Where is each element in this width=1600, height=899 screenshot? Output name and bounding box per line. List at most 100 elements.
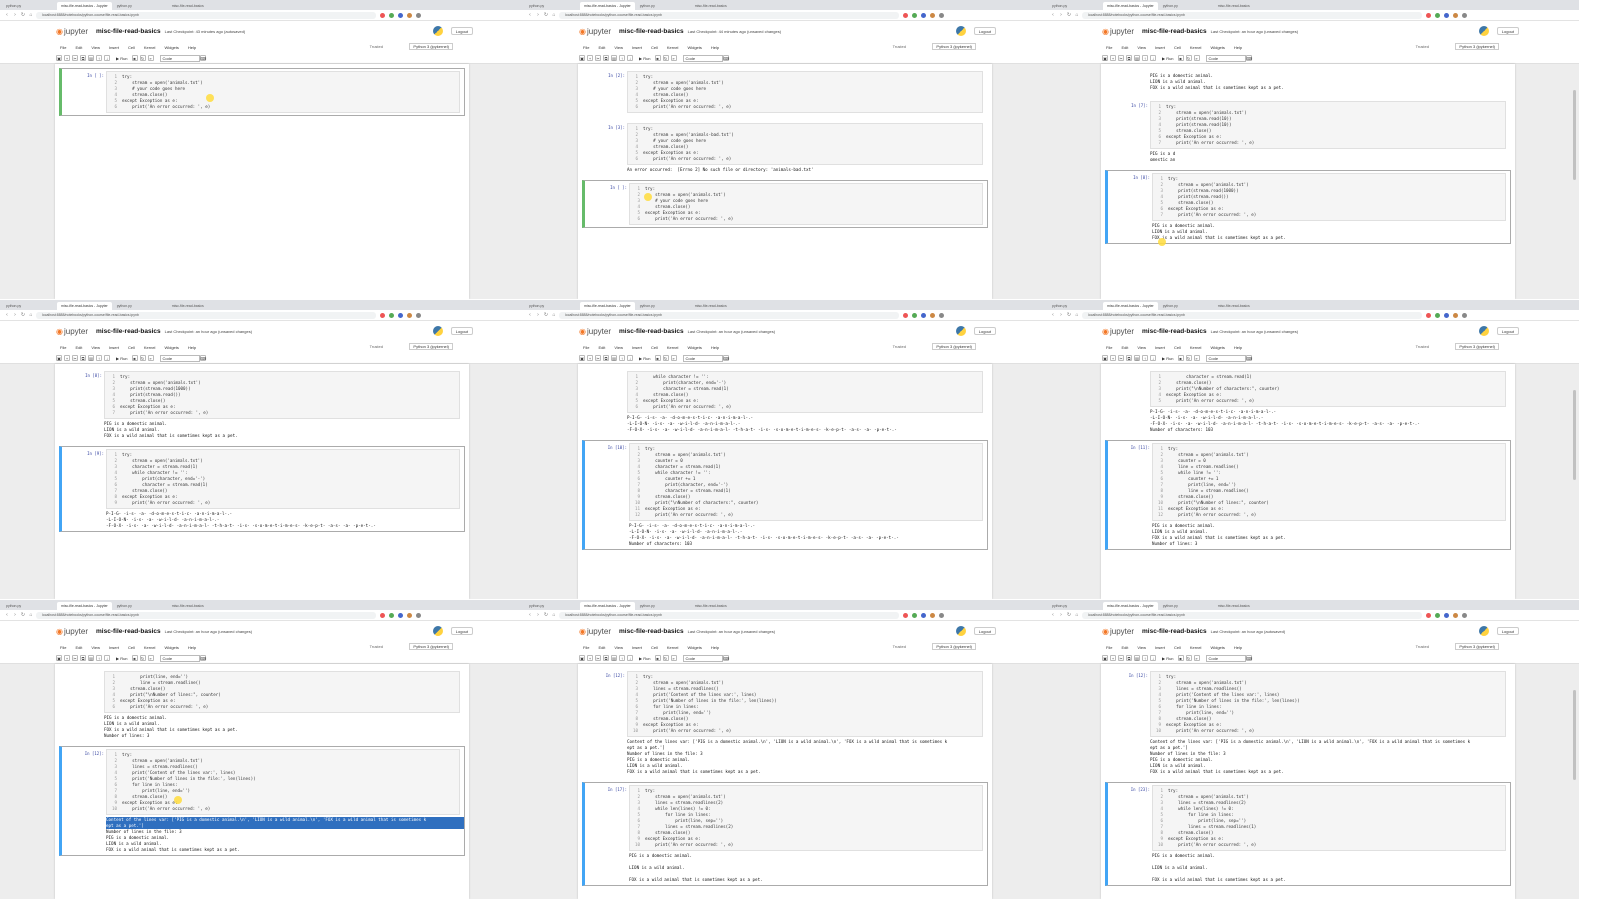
scrollbar-thumb[interactable] xyxy=(1573,90,1576,180)
extension-icon[interactable] xyxy=(1462,312,1467,318)
save-icon[interactable]: ▣ xyxy=(1102,655,1108,661)
browser-tab[interactable]: misc-file-read-basics - Jupyter xyxy=(57,2,112,10)
paste-icon[interactable]: ▤ xyxy=(611,655,617,661)
save-icon[interactable]: ▣ xyxy=(579,655,585,661)
menu-item[interactable]: Widgets xyxy=(687,45,701,50)
menu-item[interactable]: View xyxy=(614,45,623,50)
home-icon[interactable]: ⌂ xyxy=(1074,312,1080,318)
menu-item[interactable]: Cell xyxy=(1174,45,1181,50)
add-cell-icon[interactable]: + xyxy=(587,655,593,661)
cell-type-select[interactable]: Code xyxy=(682,54,723,62)
cut-icon[interactable]: ✂ xyxy=(72,55,78,61)
back-icon[interactable]: ‹ xyxy=(4,12,10,18)
run-button[interactable]: ▶ Run xyxy=(1162,356,1174,361)
extension-icon[interactable] xyxy=(1444,12,1449,18)
save-icon[interactable]: ▣ xyxy=(56,655,62,661)
extension-icon[interactable] xyxy=(921,312,926,318)
menu-item[interactable]: Insert xyxy=(632,345,642,350)
code-editor[interactable]: 1 try: 2 stream = open('animals.txt') 3 cha… xyxy=(106,449,460,509)
code-editor[interactable]: 1 try: 2 stream = open('animals.txt') 3 lin… xyxy=(627,671,983,737)
browser-tab[interactable]: misc-file-read-basics xyxy=(1214,302,1268,310)
notebook-title[interactable]: misc-file-read-basics xyxy=(619,28,684,35)
back-icon[interactable]: ‹ xyxy=(1050,312,1056,318)
paste-icon[interactable]: ▤ xyxy=(1134,355,1140,361)
menu-item[interactable]: Help xyxy=(1234,345,1242,350)
paste-icon[interactable]: ▤ xyxy=(1134,55,1140,61)
browser-tab[interactable]: python.py xyxy=(1159,302,1213,310)
menu-item[interactable]: View xyxy=(614,345,623,350)
save-icon[interactable]: ▣ xyxy=(56,355,62,361)
menu-item[interactable]: Help xyxy=(711,45,719,50)
extension-icon[interactable] xyxy=(389,12,394,18)
fast-forward-icon[interactable]: » xyxy=(670,355,677,361)
extension-icon[interactable] xyxy=(921,612,926,618)
code-editor[interactable]: 1 try: 2 stream = open('animals.txt') 3 # y… xyxy=(629,183,983,225)
trusted-indicator[interactable]: Trusted xyxy=(1416,644,1429,649)
browser-tab[interactable]: python.py xyxy=(636,302,690,310)
trusted-indicator[interactable]: Trusted xyxy=(893,44,906,49)
add-cell-icon[interactable]: + xyxy=(587,55,593,61)
home-icon[interactable]: ⌂ xyxy=(28,312,34,318)
menu-item[interactable]: Edit xyxy=(598,45,605,50)
browser-tab[interactable]: python.py xyxy=(636,2,690,10)
save-icon[interactable]: ▣ xyxy=(579,355,585,361)
cell-type-select[interactable]: Code xyxy=(682,354,723,362)
cut-icon[interactable]: ✂ xyxy=(72,655,78,661)
back-icon[interactable]: ‹ xyxy=(1050,612,1056,618)
logout-button[interactable]: Logout xyxy=(1496,27,1519,35)
kernel-indicator[interactable]: Python 3 (ipykernel) xyxy=(409,43,453,50)
back-icon[interactable]: ‹ xyxy=(527,612,533,618)
code-cell[interactable]: In [3]: 1 try: 2 stream = open('animals-bad… xyxy=(582,120,988,176)
notebook-title[interactable]: misc-file-read-basics xyxy=(1142,628,1207,635)
back-icon[interactable]: ‹ xyxy=(4,612,10,618)
kernel-indicator[interactable]: Python 3 (ipykernel) xyxy=(932,343,976,350)
reload-icon[interactable]: ↻ xyxy=(1066,12,1072,18)
copy-icon[interactable]: ⧉ xyxy=(1126,355,1132,361)
menu-item[interactable]: File xyxy=(1106,45,1112,50)
extension-icon[interactable] xyxy=(1453,612,1458,618)
forward-icon[interactable]: › xyxy=(535,612,541,618)
keyboard-icon[interactable]: ⌨ xyxy=(199,355,206,361)
menu-item[interactable]: Cell xyxy=(651,45,658,50)
keyboard-icon[interactable]: ⌨ xyxy=(722,355,729,361)
forward-icon[interactable]: › xyxy=(1058,612,1064,618)
menu-item[interactable]: Edit xyxy=(598,345,605,350)
save-icon[interactable]: ▣ xyxy=(1102,55,1108,61)
extension-icon[interactable] xyxy=(939,312,944,318)
menu-item[interactable]: View xyxy=(614,645,623,650)
back-icon[interactable]: ‹ xyxy=(527,312,533,318)
code-editor[interactable]: 1 try: 2 stream = open('animals.txt') 3 lin… xyxy=(629,785,983,851)
restart-icon[interactable]: ↻ xyxy=(139,355,146,361)
browser-tab[interactable]: python.py xyxy=(1159,602,1213,610)
menu-item[interactable]: Help xyxy=(1234,645,1242,650)
code-cell[interactable]: 1 print(line, end='') 2 line = stream.rea… xyxy=(59,668,465,742)
cut-icon[interactable]: ✂ xyxy=(1118,55,1124,61)
run-button[interactable]: ▶ Run xyxy=(639,656,651,661)
restart-icon[interactable]: ↻ xyxy=(139,655,146,661)
url-field[interactable]: localhost:8888/notebooks/python-course/f… xyxy=(559,611,899,619)
notebook-title[interactable]: misc-file-read-basics xyxy=(1142,328,1207,335)
keyboard-icon[interactable]: ⌨ xyxy=(199,655,206,661)
menu-item[interactable]: Kernel xyxy=(144,345,156,350)
menu-item[interactable]: Kernel xyxy=(1190,345,1202,350)
browser-tab[interactable]: misc-file-read-basics - Jupyter xyxy=(1103,602,1158,610)
stop-icon[interactable]: ■ xyxy=(131,355,138,361)
menu-item[interactable]: Cell xyxy=(651,645,658,650)
scrollbar-thumb[interactable] xyxy=(1573,390,1576,480)
reload-icon[interactable]: ↻ xyxy=(543,312,549,318)
menu-item[interactable]: File xyxy=(583,345,589,350)
code-cell[interactable]: In [12]: 1 try: 2 stream = open('animals.tx… xyxy=(1105,668,1511,778)
extension-icon[interactable] xyxy=(903,612,908,618)
move-up-icon[interactable]: ↑ xyxy=(619,55,625,61)
reload-icon[interactable]: ↻ xyxy=(543,12,549,18)
paste-icon[interactable]: ▤ xyxy=(611,355,617,361)
menu-item[interactable]: Widgets xyxy=(164,645,178,650)
add-cell-icon[interactable]: + xyxy=(64,655,70,661)
menu-item[interactable]: View xyxy=(91,645,100,650)
extension-icon[interactable] xyxy=(1426,312,1431,318)
extension-icon[interactable] xyxy=(416,612,421,618)
code-cell[interactable]: In [12]: 1 try: 2 stream = open('animals.tx… xyxy=(582,668,988,778)
trusted-indicator[interactable]: Trusted xyxy=(370,344,383,349)
restart-icon[interactable]: ↻ xyxy=(662,655,669,661)
menu-item[interactable]: Edit xyxy=(75,45,82,50)
